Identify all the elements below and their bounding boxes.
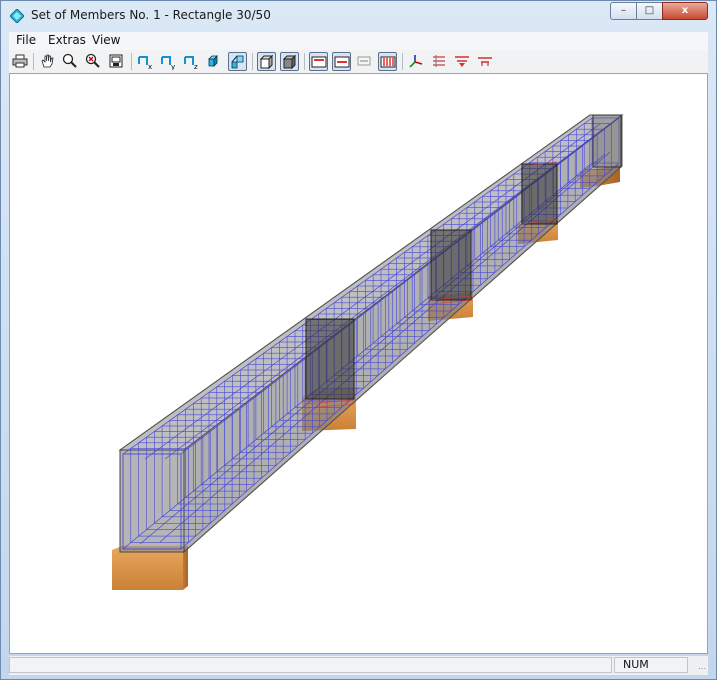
view-x-icon[interactable]: x [136, 52, 155, 71]
transparent-box-icon[interactable] [280, 52, 299, 71]
status-message-pane [9, 657, 612, 673]
section-bottom-icon[interactable] [355, 52, 374, 71]
3d-viewport[interactable] [9, 73, 708, 654]
dimension-icon[interactable] [430, 52, 449, 71]
svg-text:z: z [194, 63, 198, 70]
solid-box-icon[interactable] [257, 52, 276, 71]
toolbar: x y z [9, 50, 708, 74]
toolbar-separator [33, 53, 34, 70]
pan-hand-icon[interactable] [38, 52, 57, 71]
window-title: Set of Members No. 1 - Rectangle 30/50 [31, 8, 271, 22]
num-lock-indicator: NUM [614, 657, 688, 673]
toolbar-separator [402, 53, 403, 70]
menu-file[interactable]: File [16, 33, 36, 47]
stirrups-icon[interactable] [378, 52, 397, 71]
resize-grip-icon[interactable]: ⋯ [698, 664, 706, 673]
view-y-icon[interactable]: y [159, 52, 178, 71]
toolbar-separator [252, 53, 253, 70]
axes-icon[interactable] [407, 52, 426, 71]
svg-text:y: y [171, 63, 175, 70]
menu-bar: File Extras View [9, 32, 708, 50]
support-0 [112, 546, 188, 590]
menu-view[interactable]: View [92, 33, 120, 47]
perspective-icon[interactable] [228, 52, 247, 71]
svg-text:x: x [148, 63, 152, 70]
status-bar: NUM ⋯ [9, 655, 708, 675]
app-window: Set of Members No. 1 - Rectangle 30/50 –… [0, 0, 717, 680]
toolbar-separator [304, 53, 305, 70]
isometric-icon[interactable] [205, 52, 224, 71]
maximize-button[interactable]: □ [636, 2, 663, 20]
menu-extras[interactable]: Extras [48, 33, 86, 47]
app-diamond-icon [10, 9, 24, 23]
view-z-icon[interactable]: z [182, 52, 201, 71]
minimize-button[interactable]: – [610, 2, 637, 20]
filter-up-icon[interactable] [476, 52, 495, 71]
beam-rendering [112, 113, 624, 590]
toolbar-separator [131, 53, 132, 70]
filter-down-icon[interactable] [453, 52, 472, 71]
close-button[interactable]: x [662, 2, 708, 20]
section-top-icon[interactable] [309, 52, 328, 71]
zoom-icon[interactable] [61, 52, 80, 71]
title-bar[interactable]: Set of Members No. 1 - Rectangle 30/50 –… [1, 1, 716, 31]
section-middle-icon[interactable] [332, 52, 351, 71]
zoom-all-icon[interactable] [84, 52, 103, 71]
view-settings-icon[interactable] [107, 52, 126, 71]
printer-icon[interactable] [11, 52, 30, 71]
